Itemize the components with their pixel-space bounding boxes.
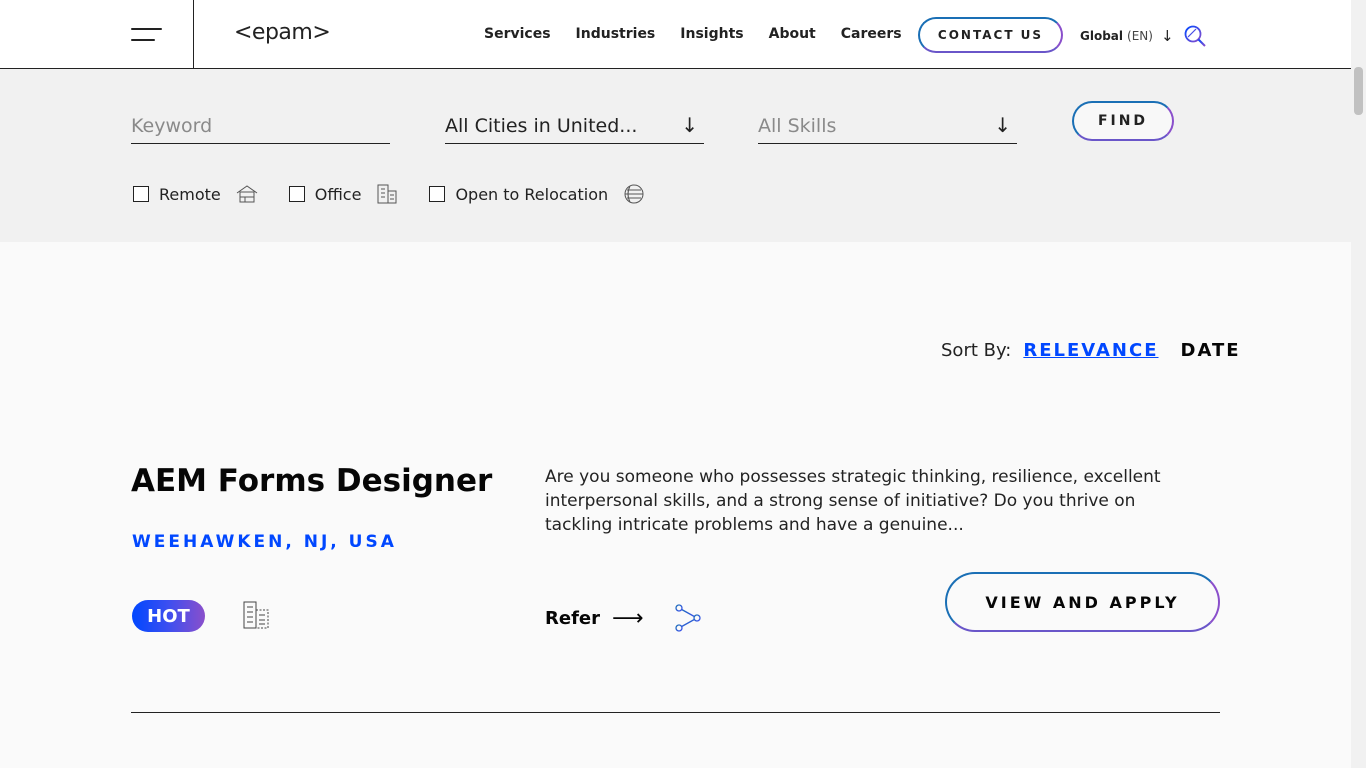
refer-link[interactable]: Refer ⟶ [545, 605, 644, 631]
skills-dropdown[interactable]: All Skills ↓ [758, 109, 1017, 144]
language-selector[interactable]: Global (EN) ↓ [1080, 27, 1174, 45]
job-description: Are you someone who possesses strategic … [545, 467, 1161, 535]
keyword-input[interactable] [131, 115, 390, 137]
search-icon[interactable] [1183, 24, 1207, 48]
lang-region: Global [1080, 29, 1124, 43]
arrow-down-icon: ↓ [681, 113, 698, 137]
share-icon[interactable] [674, 603, 702, 633]
nav-careers[interactable]: Careers [841, 26, 902, 42]
home-icon [236, 185, 258, 203]
main-nav: Services Industries Insights About Caree… [484, 26, 927, 42]
sort-label: Sort By: [941, 340, 1012, 361]
relocation-label: Open to Relocation [455, 184, 609, 204]
nav-insights[interactable]: Insights [680, 26, 743, 42]
office-label: Office [314, 184, 362, 204]
checkbox-box[interactable] [133, 186, 149, 202]
site-header: <epam> Services Industries Insights Abou… [0, 0, 1351, 69]
nav-services[interactable]: Services [484, 26, 551, 42]
nav-industries[interactable]: Industries [576, 26, 656, 42]
checkbox-box[interactable] [288, 186, 305, 202]
remote-checkbox[interactable]: Remote [133, 182, 259, 206]
sort-relevance-link[interactable]: RELEVANCE [1023, 340, 1158, 361]
scrollbar-thumb[interactable] [1354, 67, 1363, 115]
hot-badge: HOT [132, 600, 205, 632]
checkbox-box[interactable] [429, 186, 446, 202]
building-icon [377, 184, 397, 204]
job-search-filters: All Cities in United... ↓ All Skills ↓ F… [0, 69, 1351, 242]
arrow-down-icon: ↓ [994, 113, 1011, 137]
refer-label: Refer [545, 608, 600, 629]
keyword-field [131, 109, 390, 144]
arrow-down-icon: ↓ [1160, 27, 1174, 45]
remote-label: Remote [159, 184, 221, 204]
skills-selected-value: All Skills [758, 115, 837, 137]
header-divider [193, 0, 194, 69]
work-type-checkboxes: Remote Office Open to Relocation [133, 182, 676, 206]
menu-icon[interactable] [131, 27, 163, 43]
view-and-apply-button[interactable]: VIEW AND APPLY [945, 572, 1220, 632]
globe-icon [624, 184, 644, 204]
building-icon [243, 601, 269, 629]
card-divider [131, 712, 1220, 713]
page-scrollbar[interactable] [1351, 0, 1366, 768]
lang-code: (EN) [1127, 29, 1153, 43]
find-button[interactable]: FIND [1072, 101, 1174, 141]
relocation-checkbox[interactable]: Open to Relocation [429, 182, 646, 206]
sort-date-link[interactable]: DATE [1181, 340, 1241, 361]
sort-controls: Sort By: RELEVANCE DATE [941, 340, 1241, 361]
epam-logo[interactable]: <epam> [234, 20, 331, 45]
cities-selected-value: All Cities in United... [445, 115, 638, 137]
job-title[interactable]: AEM Forms Designer [131, 463, 492, 499]
contact-us-button[interactable]: CONTACT US [918, 17, 1063, 53]
job-location[interactable]: WEEHAWKEN, NJ, USA [132, 532, 397, 552]
nav-about[interactable]: About [769, 26, 816, 42]
office-checkbox[interactable]: Office [288, 182, 400, 206]
cities-dropdown[interactable]: All Cities in United... ↓ [445, 109, 704, 144]
arrow-right-icon: ⟶ [611, 605, 644, 631]
